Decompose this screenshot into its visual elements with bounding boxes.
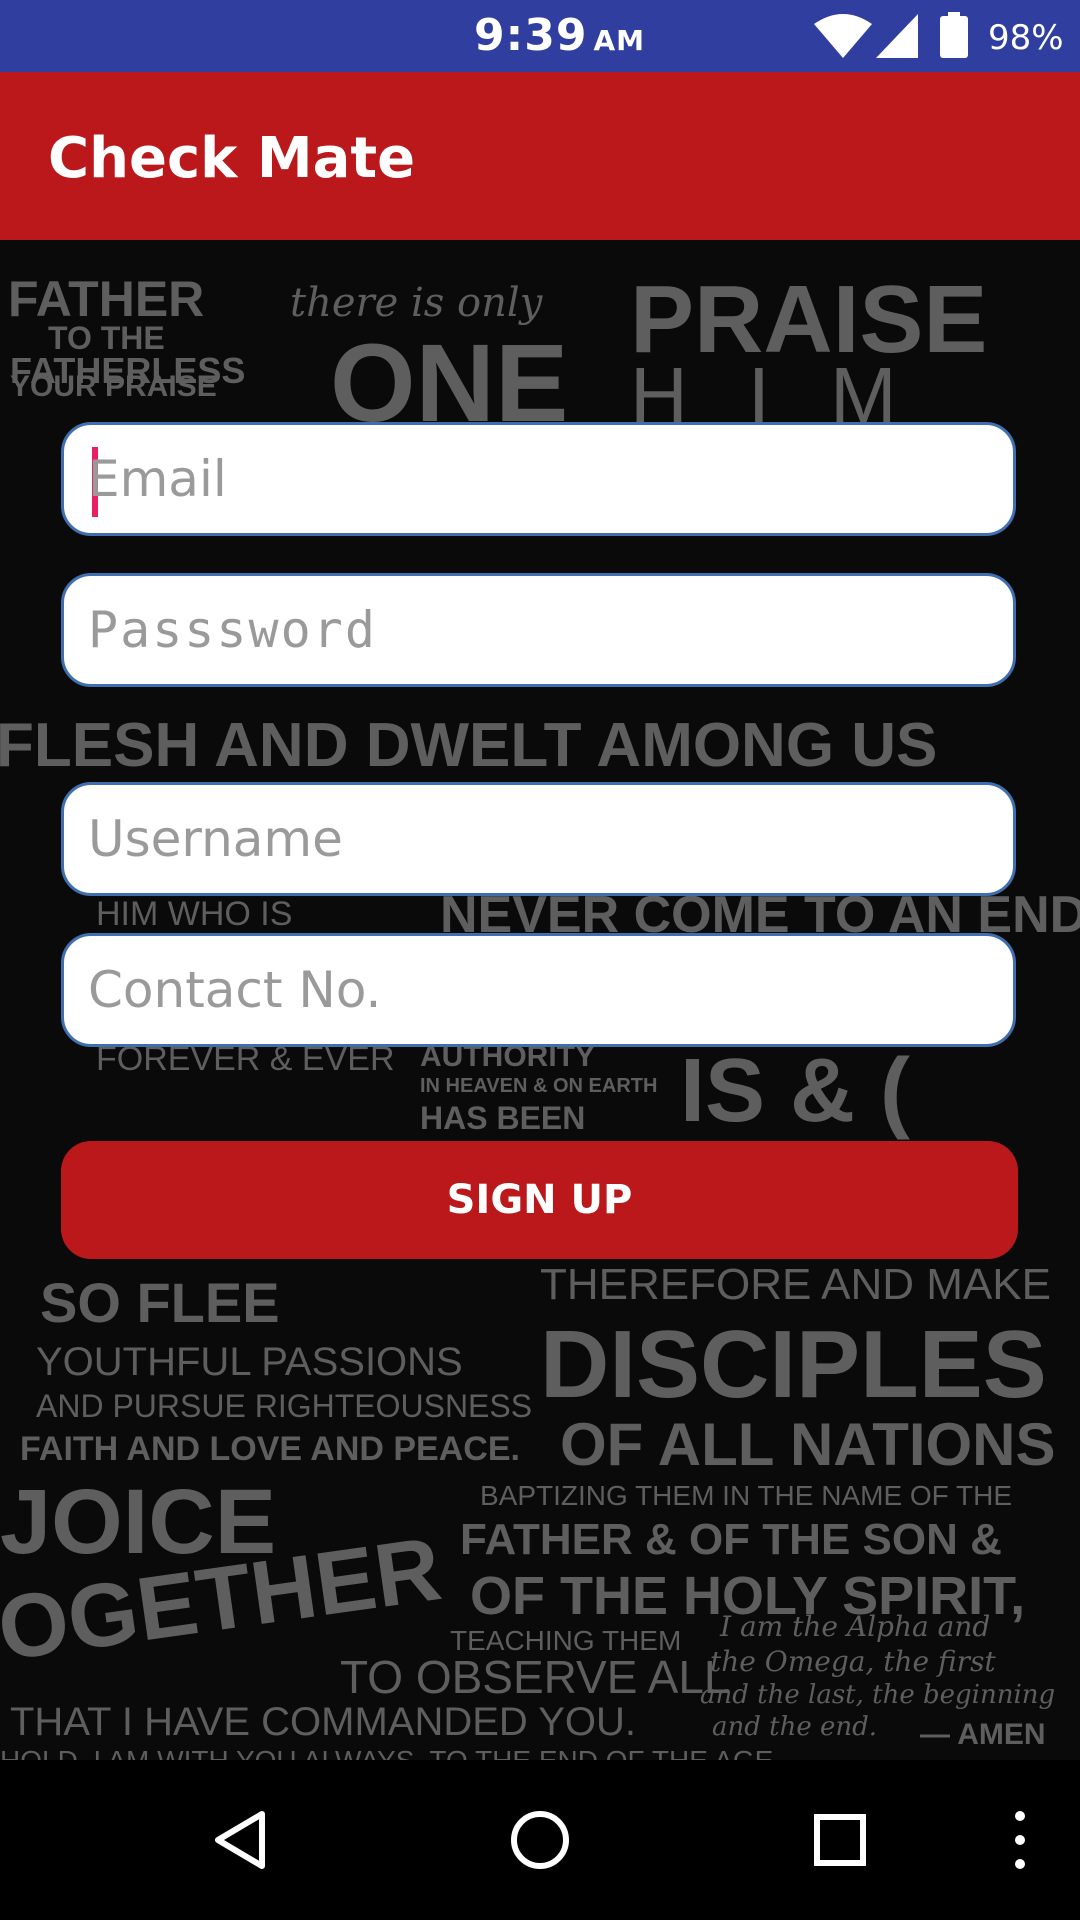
status-time-value: 9:39 bbox=[474, 10, 588, 61]
home-icon bbox=[511, 1811, 569, 1869]
signal-icon bbox=[876, 14, 918, 58]
bg-text: BAPTIZING THEM IN THE NAME OF THE bbox=[480, 1480, 1013, 1511]
more-icon bbox=[1015, 1811, 1025, 1869]
app-title: Check Mate bbox=[48, 126, 416, 191]
bg-text: IN HEAVEN & ON EARTH bbox=[420, 1075, 658, 1097]
bg-text: FAITH AND LOVE AND PEACE. bbox=[20, 1430, 520, 1468]
contact-input[interactable] bbox=[88, 936, 988, 1044]
bg-text: — AMEN bbox=[920, 1718, 1046, 1751]
bg-text: IS & ( bbox=[680, 1041, 911, 1141]
back-button[interactable] bbox=[160, 1760, 320, 1920]
bg-text: and the end. bbox=[712, 1712, 878, 1742]
password-input[interactable] bbox=[88, 576, 988, 684]
username-input[interactable] bbox=[88, 785, 988, 893]
back-icon bbox=[215, 1811, 265, 1869]
contact-field[interactable] bbox=[61, 933, 1016, 1047]
signup-button[interactable]: SIGN UP bbox=[61, 1141, 1018, 1259]
bg-text: HIM WHO IS bbox=[96, 895, 293, 933]
bg-text: AND PURSUE RIGHTEOUSNESS bbox=[36, 1388, 533, 1424]
bg-text: HOLD, I AM WITH YOU ALWAYS, TO THE END O… bbox=[0, 1745, 781, 1760]
bg-text: TO OBSERVE ALL bbox=[340, 1651, 730, 1703]
bg-text: YOUTHFUL PASSIONS bbox=[36, 1340, 463, 1384]
app-bar: Check Mate bbox=[0, 72, 1080, 240]
bg-text: THAT I HAVE COMMANDED YOU. bbox=[10, 1700, 636, 1744]
battery-percent: 98% bbox=[988, 18, 1064, 58]
bg-text: FLESH AND DWELT AMONG US bbox=[0, 711, 938, 780]
home-button[interactable] bbox=[460, 1760, 620, 1920]
bg-text: DISCIPLES bbox=[540, 1311, 1047, 1418]
bg-text: I am the Alpha and bbox=[720, 1610, 991, 1643]
bg-text: OF ALL NATIONS bbox=[560, 1411, 1056, 1478]
status-time: 9:39 AM bbox=[474, 10, 645, 61]
username-field[interactable] bbox=[61, 782, 1016, 896]
bg-text: the Omega, the first bbox=[710, 1645, 996, 1678]
email-input[interactable] bbox=[88, 425, 988, 533]
bg-text: and the last, the beginning bbox=[700, 1680, 1056, 1710]
recents-icon bbox=[814, 1814, 866, 1866]
status-bar: 9:39 AM 98% bbox=[0, 0, 1080, 72]
bg-text: HAS BEEN bbox=[420, 1100, 586, 1136]
navigation-bar bbox=[0, 1760, 1080, 1920]
email-field[interactable] bbox=[61, 422, 1016, 536]
password-field[interactable] bbox=[61, 573, 1016, 687]
more-button[interactable] bbox=[940, 1760, 1080, 1920]
battery-icon bbox=[940, 12, 968, 58]
bg-text: THEREFORE AND MAKE bbox=[540, 1260, 1051, 1309]
wifi-icon bbox=[814, 14, 872, 58]
bg-text: SO FLEE bbox=[40, 1271, 280, 1334]
bg-text: YOUR PRAISE bbox=[10, 370, 217, 403]
recents-button[interactable] bbox=[760, 1760, 920, 1920]
bg-text: FATHER & OF THE SON & bbox=[460, 1515, 1002, 1564]
status-time-ampm: AM bbox=[593, 24, 645, 57]
